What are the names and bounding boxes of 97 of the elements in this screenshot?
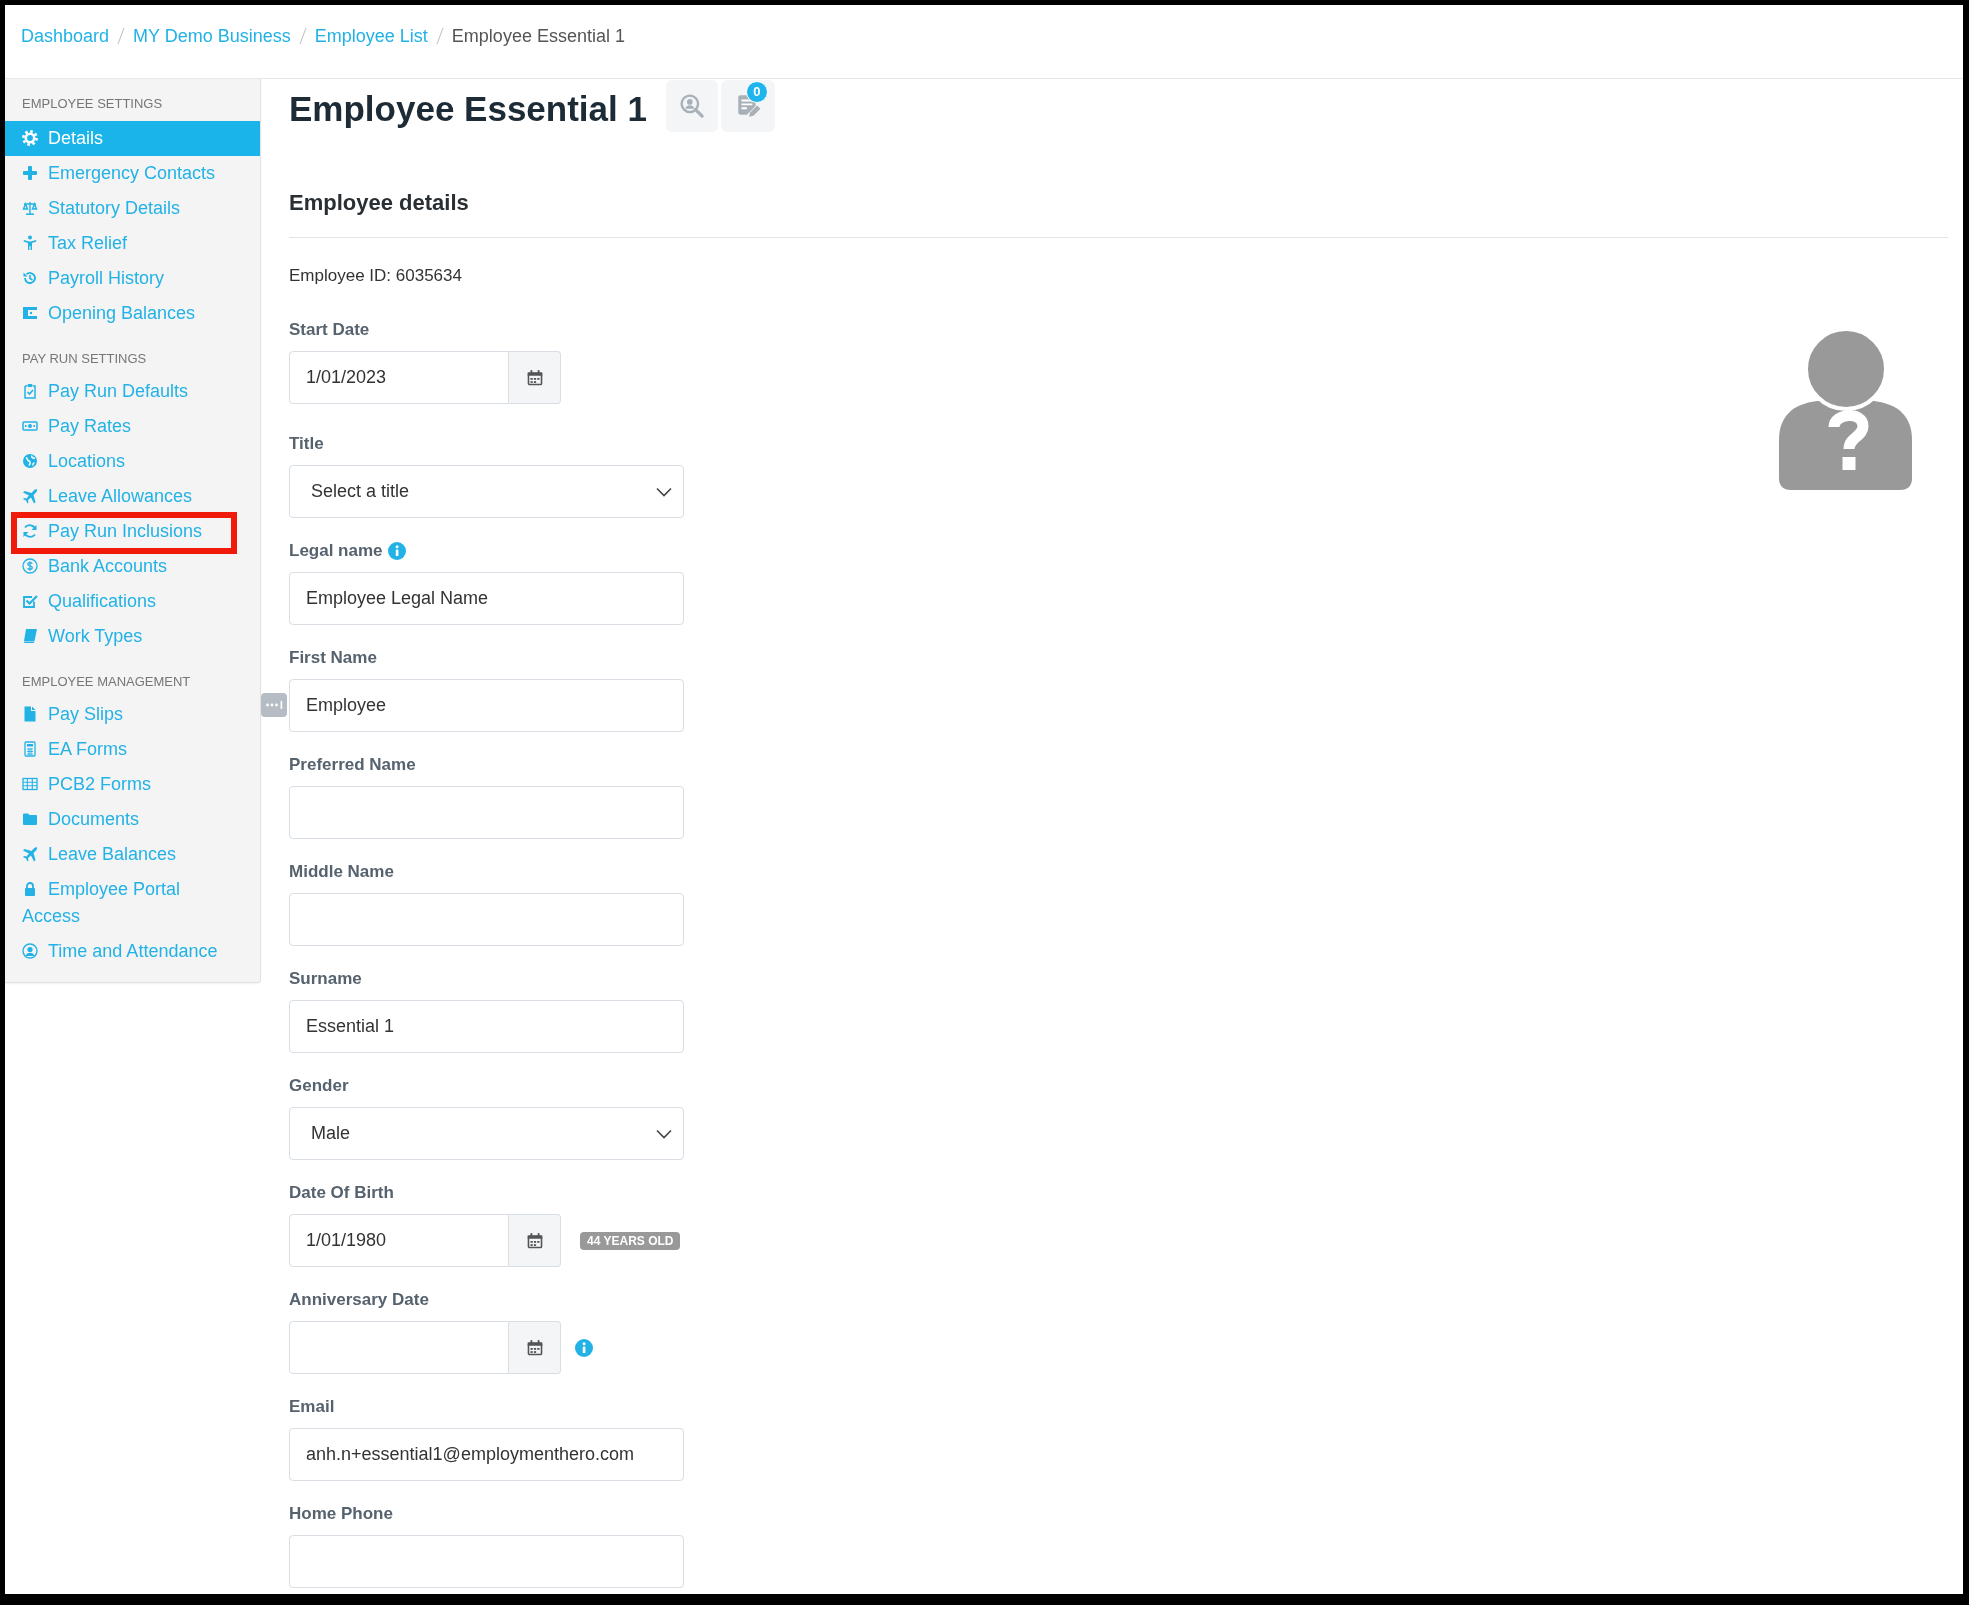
user-silhouette-icon [1779, 328, 1912, 491]
calendar-icon [525, 1231, 544, 1250]
banknote-icon [22, 418, 38, 434]
chevron-down-icon [656, 1128, 672, 1139]
dropdown[interactable]: Male [289, 1107, 684, 1160]
section-heading: Employee details [289, 188, 1948, 238]
dollar-circle-icon [22, 558, 38, 574]
globe-icon [22, 453, 38, 469]
refresh-icon [22, 523, 38, 539]
date-field[interactable]: 1/01/2023 [289, 351, 509, 404]
sidebar-section-heading: EMPLOYEE MANAGEMENT [21, 673, 192, 691]
field-label: Title [289, 433, 324, 455]
calendar-button[interactable] [509, 1321, 561, 1374]
sidebar-link[interactable]: Pay Run Defaults [5, 374, 260, 409]
field-label: Email [289, 1396, 335, 1418]
user-search-icon [678, 93, 705, 119]
breadcrumb-link[interactable]: Employee List [314, 26, 428, 46]
field-label: Home Phone [289, 1503, 393, 1525]
plane-icon [22, 488, 38, 504]
user-circle-icon [22, 943, 38, 959]
employee-id-text: Employee ID: 6035634 [289, 265, 463, 287]
sidebar-link[interactable]: Leave Balances [5, 837, 260, 872]
text-field[interactable] [289, 786, 684, 839]
sidebar-link[interactable]: Qualifications [5, 584, 260, 619]
scale-icon [22, 200, 38, 216]
ellipsis-icon [265, 701, 283, 709]
slash-icon [435, 27, 444, 45]
sidebar-link[interactable]: Tax Relief [5, 226, 260, 261]
sidebar-link[interactable]: PCB2 Forms [5, 767, 260, 802]
sidebar-link[interactable]: Payroll History [5, 261, 260, 296]
sidebar-link[interactable]: Time and Attendance [5, 934, 260, 969]
date-field[interactable]: 1/01/1980 [289, 1214, 509, 1267]
calculator-icon [22, 741, 38, 757]
date-field[interactable] [289, 1321, 509, 1374]
gear-icon [22, 130, 38, 146]
folder-icon [22, 811, 38, 827]
plane-icon [22, 846, 38, 862]
history-icon [22, 270, 38, 286]
person-icon [22, 235, 38, 251]
page-title: Employee Essential 1 [289, 88, 647, 130]
lock-icon [22, 881, 38, 897]
field-label: First Name [289, 647, 377, 669]
info-icon[interactable] [387, 542, 406, 560]
field-label: Preferred Name [289, 754, 416, 776]
breadcrumb-link[interactable]: MY Demo Business [133, 26, 291, 46]
sidebar-link[interactable]: Opening Balances [5, 296, 260, 331]
table-icon [22, 776, 38, 792]
sidebar-section-heading: EMPLOYEE SETTINGS [21, 95, 164, 113]
field-label: Gender [289, 1075, 349, 1097]
sidebar-link[interactable]: Emergency Contacts [5, 156, 260, 191]
calendar-icon [525, 368, 544, 387]
breadcrumb-current: Employee Essential 1 [451, 26, 625, 46]
field-label: Start Date [289, 319, 370, 341]
text-field[interactable]: Essential 1 [289, 1000, 684, 1053]
slash-icon [117, 27, 126, 45]
sidebar-section-heading: PAY RUN SETTINGS [21, 350, 148, 368]
field-label: Legal name [289, 540, 383, 562]
slash-icon [298, 27, 307, 45]
clipboard-check-icon [22, 383, 38, 399]
field-label: Anniversary Date [289, 1289, 429, 1311]
sidebar-link[interactable]: Pay Run Inclusions [5, 514, 260, 549]
text-field[interactable]: Employee Legal Name [289, 572, 684, 625]
sidebar-link[interactable]: Bank Accounts [5, 549, 260, 584]
wallet-icon [22, 305, 38, 321]
sidebar-link[interactable]: Work Types [5, 619, 260, 654]
sidebar-link[interactable]: Leave Allowances [5, 479, 260, 514]
sidebar-link[interactable]: Pay Rates [5, 409, 260, 444]
profile-search-button[interactable] [665, 80, 718, 132]
sidebar-link[interactable]: Employee Portal Access [5, 872, 260, 934]
field-label: Surname [289, 968, 362, 990]
sidebar-toggle-button[interactable] [261, 693, 287, 717]
field-label: Middle Name [289, 861, 394, 883]
text-field[interactable] [289, 1535, 684, 1588]
calendar-button[interactable] [509, 351, 561, 404]
checkbox-icon [22, 593, 38, 609]
sidebar-link[interactable]: EA Forms [5, 732, 260, 767]
count-badge: 0 [745, 81, 768, 103]
dropdown[interactable]: Select a title [289, 465, 684, 518]
calendar-icon [525, 1338, 544, 1357]
sidebar-link[interactable]: Documents [5, 802, 260, 837]
field-label: Date Of Birth [289, 1182, 394, 1204]
text-field[interactable]: Employee [289, 679, 684, 732]
text-field[interactable] [289, 893, 684, 946]
text-field[interactable]: anh.n+essential1@employmenthero.com [289, 1428, 684, 1481]
document-icon [22, 706, 38, 722]
sidebar-link[interactable]: Pay Slips [5, 697, 260, 732]
notes-button[interactable]: 0 [720, 80, 775, 132]
chevron-down-icon [656, 486, 672, 497]
plus-icon [22, 165, 38, 181]
sidebar-link[interactable]: Locations [5, 444, 260, 479]
breadcrumb-link[interactable]: Dashboard [21, 26, 110, 46]
age-badge: 44 YEARS OLD [580, 1231, 681, 1250]
book-icon [22, 628, 38, 644]
calendar-button[interactable] [509, 1214, 561, 1267]
sidebar-link[interactable]: Statutory Details [5, 191, 260, 226]
sidebar-link[interactable]: Details [5, 121, 260, 156]
info-icon[interactable] [575, 1338, 593, 1357]
